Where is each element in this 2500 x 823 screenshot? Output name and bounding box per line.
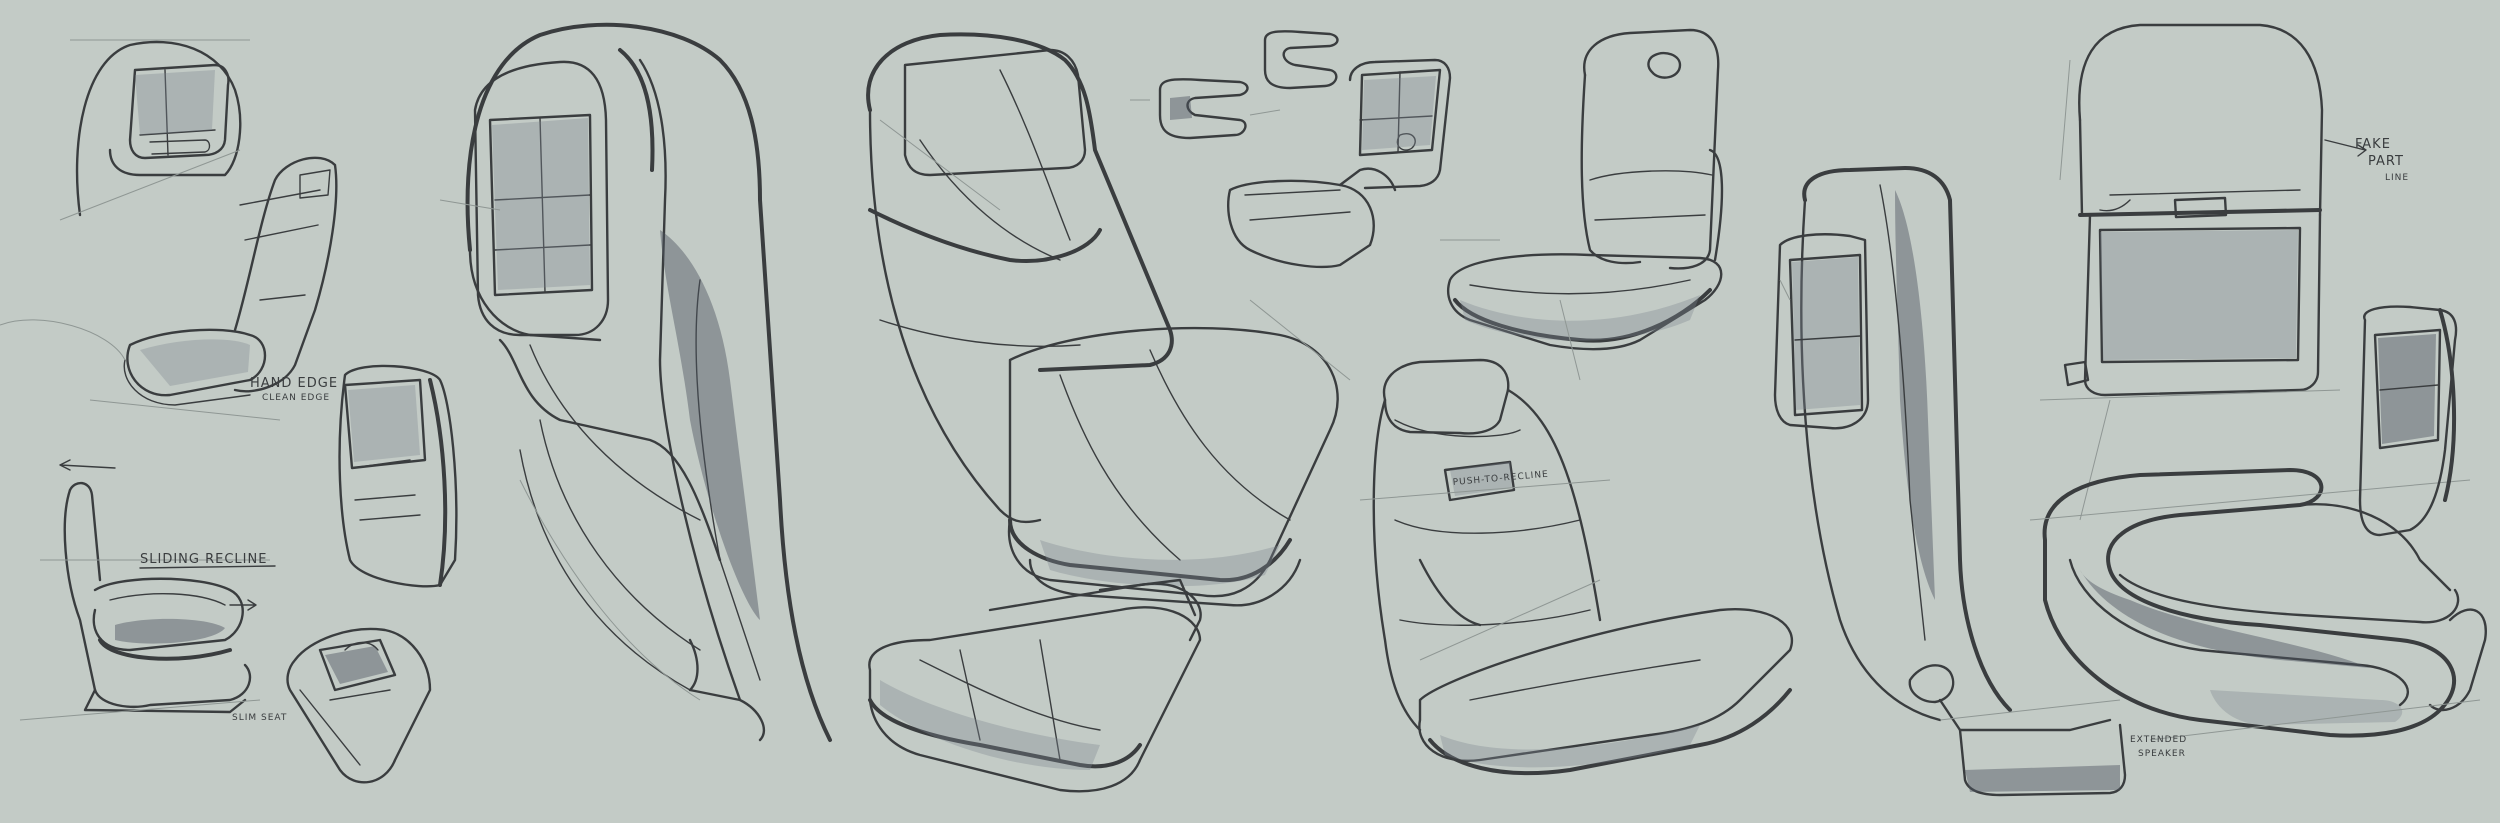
sketch-armrest-detail <box>286 627 432 784</box>
annotation-fake-part-line-3: LINE <box>2385 173 2409 183</box>
sketch-headrest-screen-right <box>2039 23 2367 521</box>
sketch-lounge-seat-large <box>866 32 1351 607</box>
sketch-seatback-side-small <box>338 364 458 588</box>
annotation-fake-part-line-2: PART <box>2368 154 2404 169</box>
annotation-hand-edge: HAND EDGE CLEAN EDGE <box>250 376 338 403</box>
seat-sketch-sheet: HAND EDGE CLEAN EDGE SLIDING RECLINE SLI… <box>0 0 2500 823</box>
annotation-hand-edge-subtext: CLEAN EDGE <box>262 393 330 403</box>
sketch-armrest-swirl-right <box>2029 468 2487 741</box>
sketch-upright-seat-front <box>1359 358 1793 776</box>
annotation-slim-seat: SLIM SEAT <box>232 713 287 723</box>
sketch-canvas: HAND EDGE CLEAN EDGE SLIDING RECLINE SLI… <box>0 22 2487 797</box>
annotation-fake-part-line: FAKE PART LINE <box>2355 137 2409 183</box>
annotation-slim-seat-text: SLIM SEAT <box>232 713 287 723</box>
sketch-seat-side-right <box>1773 166 2127 797</box>
annotation-sliding-recline: SLIDING RECLINE <box>139 552 276 569</box>
annotation-fake-part-line-1: FAKE <box>2355 137 2391 152</box>
sketch-seat-cushion-lower <box>868 578 1202 793</box>
annotation-extended-speaker: EXTENDED SPEAKER <box>2130 735 2187 759</box>
sketch-sliding-recline-seat <box>19 459 270 721</box>
annotation-extended-speaker-2: SPEAKER <box>2138 749 2186 759</box>
sketch-seatback-large-profile <box>439 22 832 742</box>
annotation-extended-speaker-1: EXTENDED <box>2130 735 2187 745</box>
annotation-sliding-recline-text: SLIDING RECLINE <box>140 552 267 567</box>
sketch-seat-with-badge <box>1440 28 1724 381</box>
sketch-seatback-edge-far-right <box>2358 305 2458 537</box>
sketch-seat-with-screen <box>1130 30 1452 269</box>
sketch-headrest-small-1 <box>59 39 250 221</box>
annotation-hand-edge-text: HAND EDGE <box>250 376 338 391</box>
